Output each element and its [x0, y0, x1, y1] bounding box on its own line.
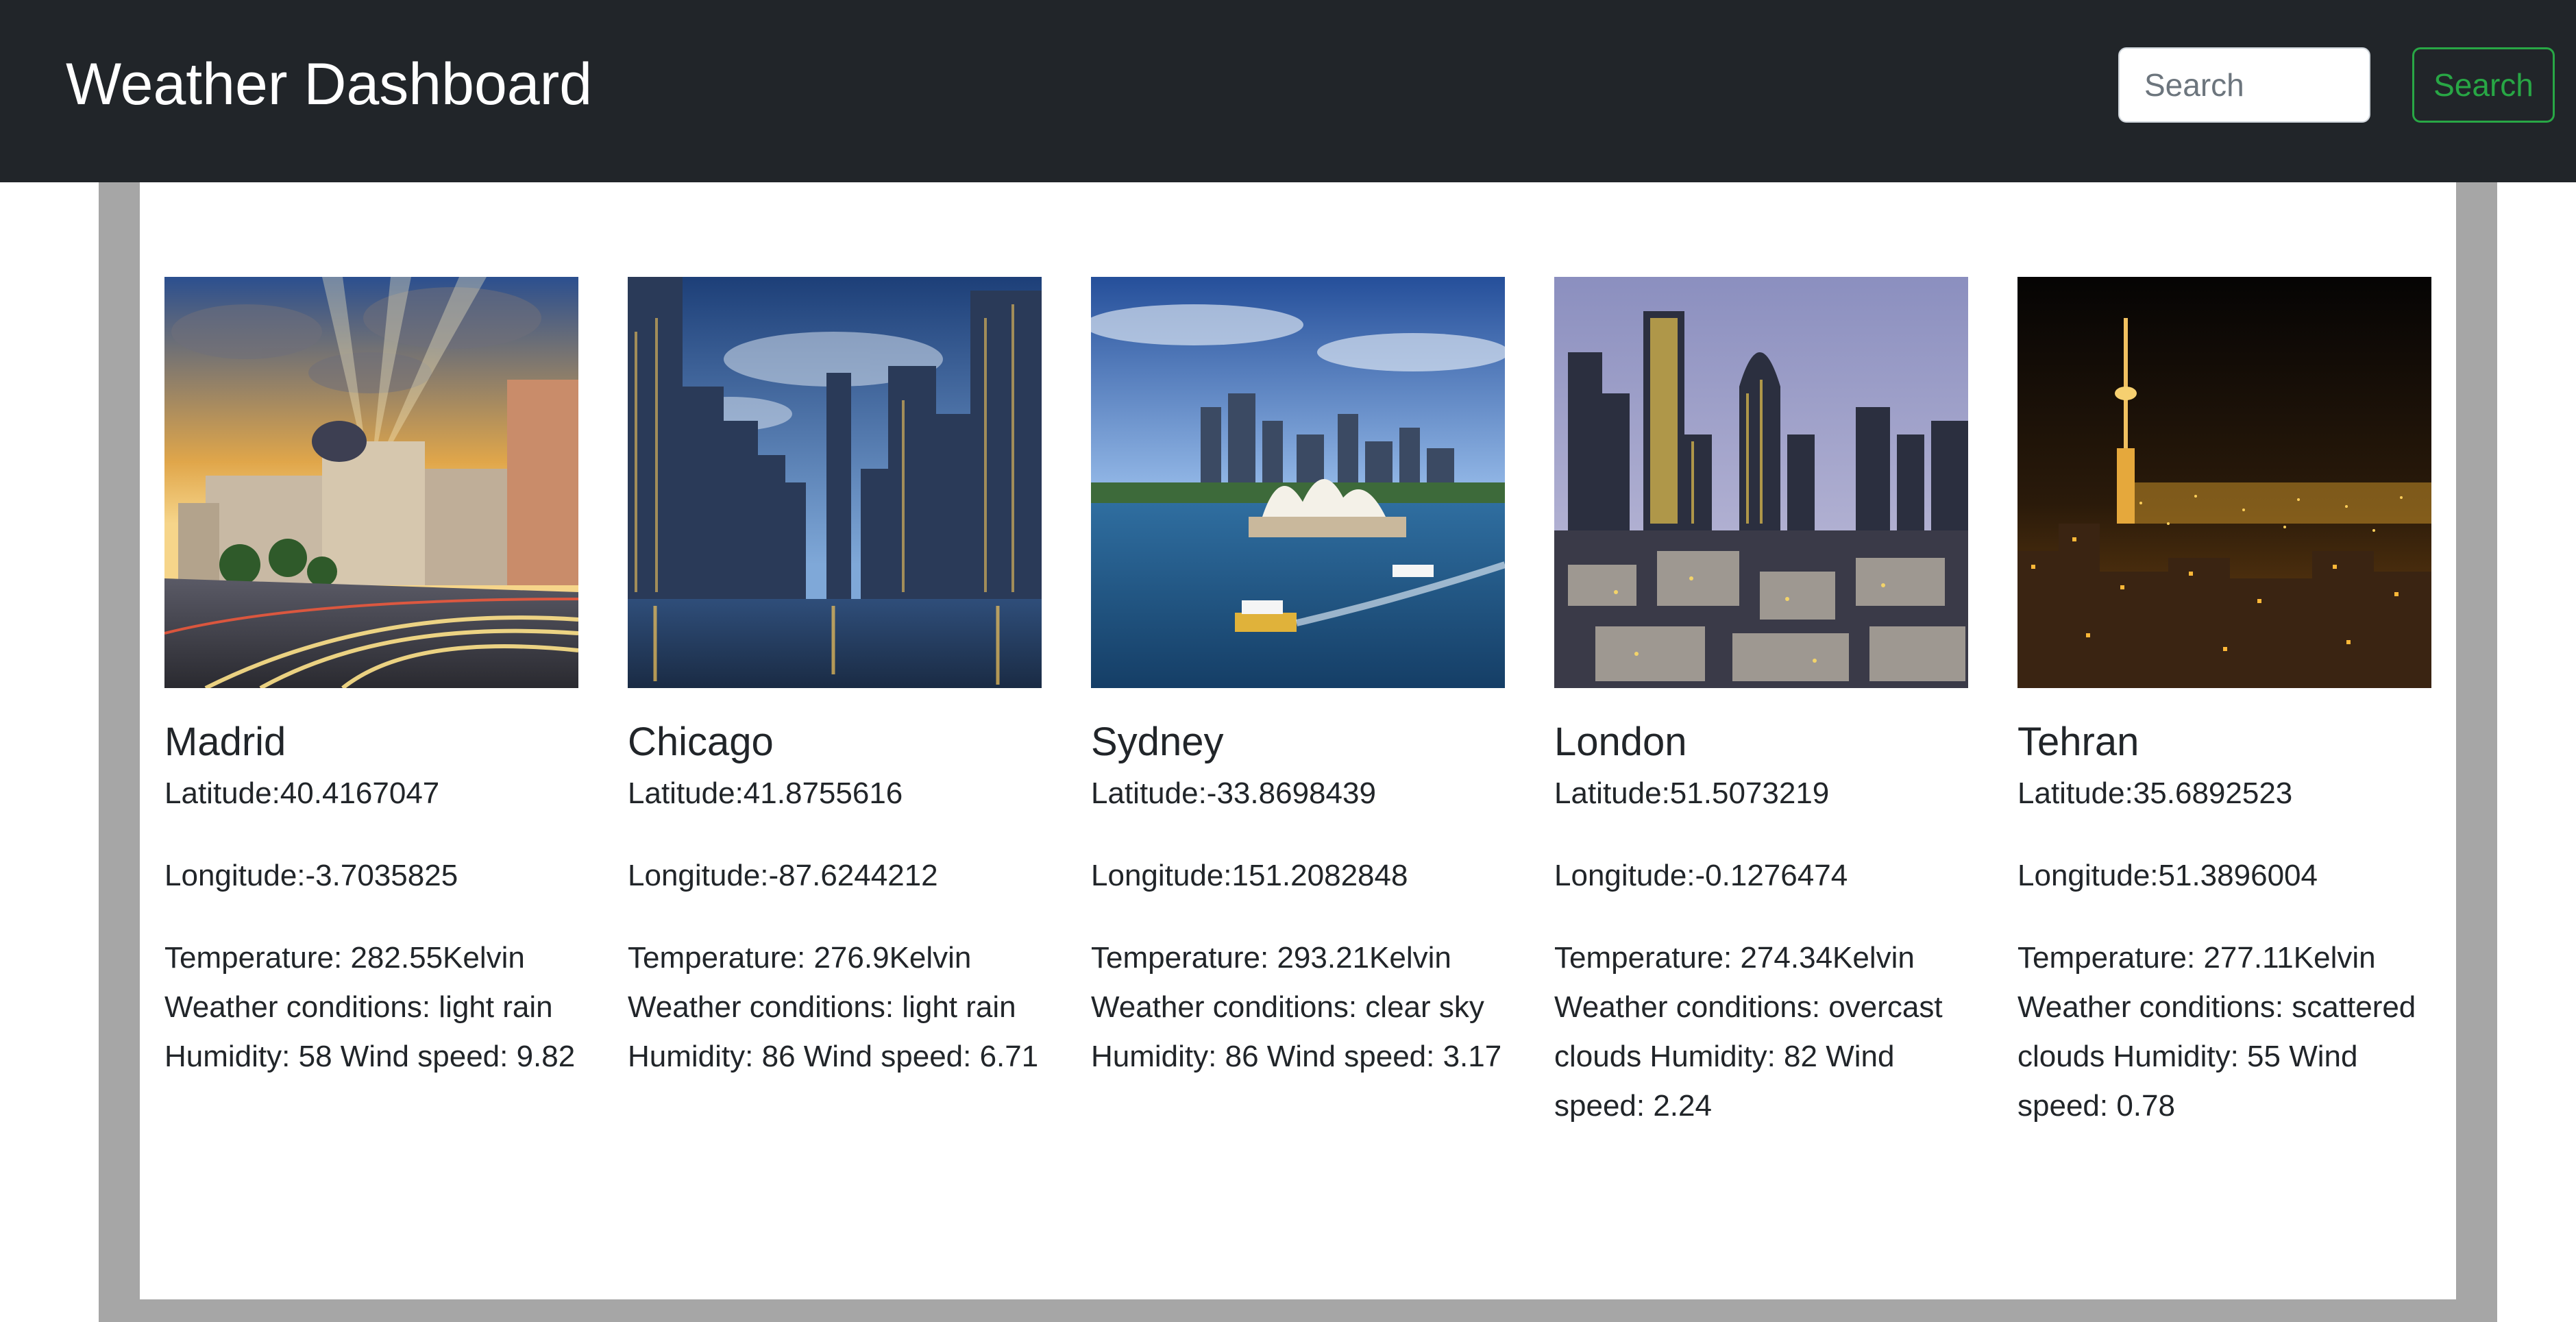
city-card-chicago: Chicago Latitude:41.8755616 Longitude:-8… — [628, 277, 1042, 1081]
temperature-text: Temperature: 282.55Kelvin — [164, 941, 525, 975]
humidity-text: Humidity: 55 — [2113, 1040, 2281, 1073]
city-image-london — [1554, 277, 1968, 688]
city-name: Chicago — [628, 720, 774, 764]
city-card-tehran: Tehran Latitude:35.6892523 Longitude:51.… — [2017, 277, 2431, 1131]
city-longitude: Longitude:51.3896004 — [2017, 859, 2318, 892]
navbar: Weather Dashboard Search — [0, 0, 2576, 182]
city-longitude: Longitude:-87.6244212 — [628, 859, 938, 892]
weather-details: Temperature: 274.34Kelvin Weather condit… — [1554, 933, 1968, 1131]
city-longitude: Longitude:-0.1276474 — [1554, 859, 1848, 892]
city-latitude: Latitude:35.6892523 — [2017, 776, 2293, 810]
city-name: London — [1554, 720, 1687, 764]
city-name: Tehran — [2017, 720, 2139, 764]
app-title[interactable]: Weather Dashboard — [66, 47, 592, 122]
weather-details: Temperature: 276.9Kelvin Weather conditi… — [628, 933, 1042, 1081]
humidity-text: Humidity: 86 — [1091, 1040, 1259, 1073]
city-image-madrid — [164, 277, 578, 688]
conditions-text: Weather conditions: clear sky — [1091, 990, 1484, 1024]
temperature-text: Temperature: 293.21Kelvin — [1091, 941, 1451, 975]
wind-speed-text: Wind speed: 3.17 — [1266, 1040, 1502, 1073]
temperature-text: Temperature: 276.9Kelvin — [628, 941, 972, 975]
city-image-tehran — [2017, 277, 2431, 688]
city-cards: Madrid Latitude:40.4167047 Longitude:-3.… — [164, 277, 2433, 1168]
humidity-text: Humidity: 86 — [628, 1040, 796, 1073]
temperature-text: Temperature: 277.11Kelvin — [2017, 941, 2376, 975]
temperature-text: Temperature: 274.34Kelvin — [1554, 941, 1915, 975]
weather-details: Temperature: 293.21Kelvin Weather condit… — [1091, 933, 1505, 1081]
city-name: Sydney — [1091, 720, 1224, 764]
wind-speed-text: Wind speed: 9.82 — [340, 1040, 576, 1073]
city-latitude: Latitude:41.8755616 — [628, 776, 903, 810]
city-card-london: London Latitude:51.5073219 Longitude:-0.… — [1554, 277, 1968, 1131]
city-longitude: Longitude:151.2082848 — [1091, 859, 1408, 892]
city-image-chicago — [628, 277, 1042, 688]
city-latitude: Latitude:40.4167047 — [164, 776, 440, 810]
city-name: Madrid — [164, 720, 286, 764]
humidity-text: Humidity: 82 — [1649, 1040, 1817, 1073]
weather-details: Temperature: 282.55Kelvin Weather condit… — [164, 933, 578, 1081]
city-image-sydney — [1091, 277, 1505, 688]
city-card-madrid: Madrid Latitude:40.4167047 Longitude:-3.… — [164, 277, 578, 1081]
city-card-sydney: Sydney Latitude:-33.8698439 Longitude:15… — [1091, 277, 1505, 1081]
search-button[interactable]: Search — [2412, 47, 2555, 123]
search-input[interactable] — [2118, 47, 2370, 123]
city-latitude: Latitude:-33.8698439 — [1091, 776, 1376, 810]
city-longitude: Longitude:-3.7035825 — [164, 859, 458, 892]
humidity-text: Humidity: 58 — [164, 1040, 332, 1073]
weather-details: Temperature: 277.11Kelvin Weather condit… — [2017, 933, 2431, 1131]
city-latitude: Latitude:51.5073219 — [1554, 776, 1830, 810]
conditions-text: Weather conditions: light rain — [164, 990, 553, 1024]
conditions-text: Weather conditions: light rain — [628, 990, 1016, 1024]
wind-speed-text: Wind speed: 6.71 — [803, 1040, 1039, 1073]
